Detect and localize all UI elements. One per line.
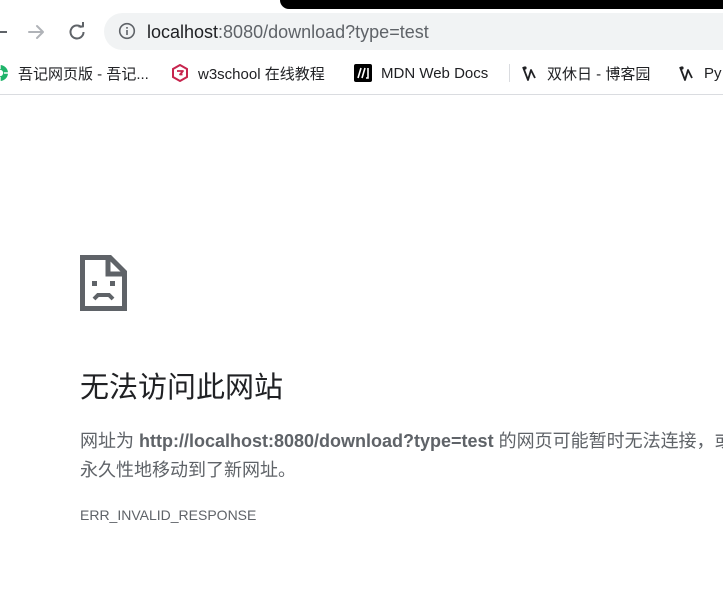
toolbar-divider <box>0 94 723 95</box>
sad-page-icon <box>80 255 127 311</box>
bookmark-mdn[interactable]: MDN Web Docs <box>354 61 488 85</box>
bookmark-py[interactable]: Py <box>677 61 722 85</box>
address-url[interactable]: localhost:8080/download?type=test <box>147 22 429 42</box>
error-description: 网址为 http://localhost:8080/download?type=… <box>80 427 723 485</box>
bookmark-label: 吾记网页版 - 吾记... <box>18 65 149 83</box>
cnblogs-icon <box>679 66 693 81</box>
bookmark-separator <box>509 64 510 82</box>
browser-toolbar: localhost:8080/download?type=test 吾记网页版 … <box>0 0 723 95</box>
forward-arrow-icon <box>28 25 44 39</box>
url-host: localhost <box>147 22 219 42</box>
back-button[interactable] <box>0 19 12 45</box>
bookmark-label: Py <box>704 64 722 82</box>
bookmark-cnblogs[interactable]: 双休日 - 博客园 <box>520 61 650 85</box>
url-rest: :8080/download?type=test <box>218 22 429 42</box>
bookmark-w3school[interactable]: w3school 在线教程 <box>171 61 325 85</box>
error-title: 无法访问此网站 <box>80 372 284 404</box>
desc-url: http://localhost:8080/download?type=test <box>139 431 494 451</box>
desc-prefix: 网址为 <box>80 431 140 451</box>
reload-button[interactable] <box>64 19 90 45</box>
info-icon[interactable] <box>118 22 136 40</box>
bookmark-wuji[interactable]: 吾记网页版 - 吾记... <box>0 61 149 85</box>
cnblogs-icon <box>522 66 536 81</box>
desc-suffix: 的网页可能暂时无法连接，或者它已 <box>498 431 723 451</box>
bookmark-label: w3school 在线教程 <box>198 65 325 83</box>
forward-button[interactable] <box>24 19 50 45</box>
address-bar[interactable]: localhost:8080/download?type=test <box>104 13 723 50</box>
error-description-line-1: 网址为 http://localhost:8080/download?type=… <box>80 427 723 456</box>
window-frame-strip <box>280 0 723 9</box>
mdn-icon <box>354 64 372 82</box>
bookmarks-bar: 吾记网页版 - 吾记... w3school 在线教程 MDN Web Docs… <box>0 58 723 88</box>
error-description-line-2: 永久性地移动到了新网址。 <box>80 460 296 480</box>
error-code: ERR_INVALID_RESPONSE <box>80 507 257 523</box>
bookmark-label: 双休日 - 博客园 <box>547 65 651 83</box>
bookmark-label: MDN Web Docs <box>381 64 489 82</box>
back-arrow-icon <box>0 31 7 33</box>
wuji-icon <box>0 65 8 81</box>
reload-icon <box>69 22 85 40</box>
w3school-icon <box>172 64 188 82</box>
